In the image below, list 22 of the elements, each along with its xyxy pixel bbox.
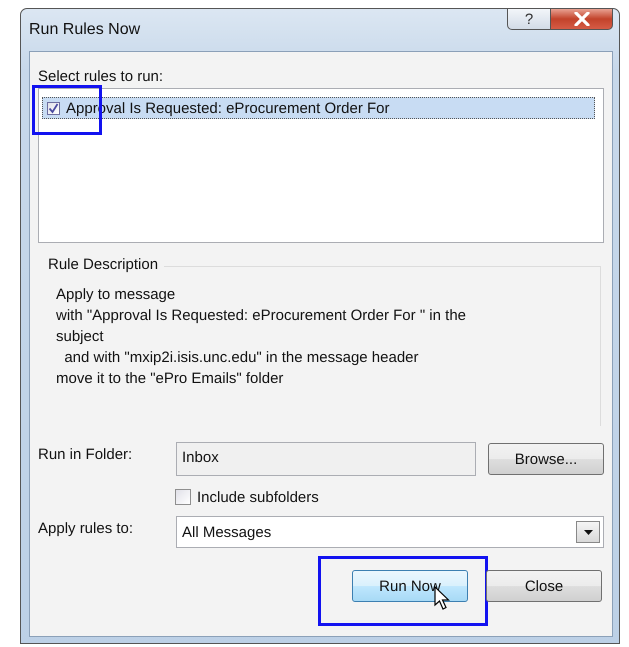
description-line: with "Approval Is Requested: eProcurement Order For " in the xyxy=(56,306,468,326)
folder-label: Run in Folder: xyxy=(38,446,134,463)
folder-field[interactable]: Inbox xyxy=(176,442,476,476)
close-button[interactable] xyxy=(551,8,613,30)
apply-dropdown[interactable]: All Messages xyxy=(176,516,604,548)
description-line: Apply to message xyxy=(56,285,176,305)
browse-button[interactable]: Browse... xyxy=(488,443,604,475)
group-title: Rule Description xyxy=(48,256,164,273)
window-title: Run Rules Now xyxy=(29,21,140,39)
description-line: and with "mxip2i.isis.unc.edu" in the message header xyxy=(63,348,420,368)
dropdown-arrow-icon xyxy=(584,530,592,534)
rule-checkbox[interactable] xyxy=(47,102,60,114)
apply-label: Apply rules to: xyxy=(38,520,134,537)
help-button[interactable]: ? xyxy=(507,8,551,30)
dialog-button[interactable]: Close xyxy=(486,570,602,602)
subfolders-checkbox[interactable] xyxy=(175,489,191,505)
description-line: move it to the "ePro Emails" folder xyxy=(56,369,284,389)
dialog-button[interactable]: Run Now xyxy=(352,570,468,602)
list-label: Select rules to run: xyxy=(38,68,164,85)
checkbox-label: Include subfolders xyxy=(197,488,319,506)
close-icon xyxy=(574,12,590,26)
description-line: subject xyxy=(56,327,105,347)
